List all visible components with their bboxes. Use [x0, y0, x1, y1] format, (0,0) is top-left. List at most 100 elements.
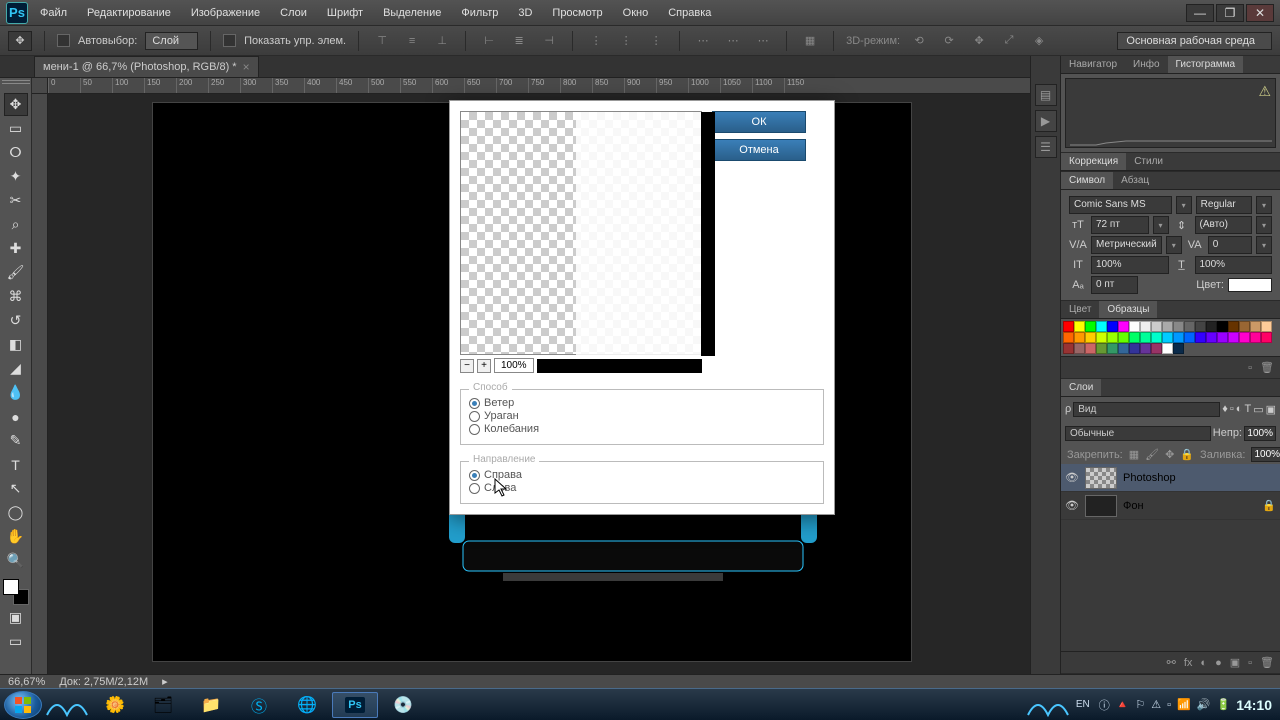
radio-right[interactable]: Справа — [469, 469, 815, 481]
layer-thumbnail[interactable] — [1085, 495, 1117, 517]
tray-volume-icon[interactable]: 🔊 — [1197, 698, 1211, 711]
layer-name[interactable]: Фон — [1123, 500, 1144, 512]
lock-paint-icon[interactable]: 🖌 — [1145, 448, 1159, 461]
workspace-switcher[interactable]: Основная рабочая среда — [1117, 32, 1272, 50]
tray-icon[interactable]: ⓘ — [1099, 697, 1110, 713]
radio-icon[interactable] — [469, 483, 480, 494]
zoom-out-button[interactable]: − — [460, 359, 474, 373]
align-top-icon[interactable]: ⊤ — [371, 31, 393, 51]
swatch[interactable] — [1184, 321, 1195, 332]
align-hcenter-icon[interactable]: ≣ — [508, 31, 530, 51]
color-swatches[interactable] — [3, 579, 29, 605]
lock-trans-icon[interactable]: ▦ — [1129, 448, 1139, 461]
taskbar-folder[interactable]: 📁 — [188, 692, 234, 718]
shape-tool[interactable]: ◯ — [4, 501, 28, 524]
swatch[interactable] — [1195, 332, 1206, 343]
new-swatch-icon[interactable]: ▫ — [1248, 362, 1252, 374]
type-tool[interactable]: T — [4, 453, 28, 476]
tab-corrections[interactable]: Коррекция — [1061, 153, 1126, 170]
swatch[interactable] — [1129, 332, 1140, 343]
menu-help[interactable]: Справка — [660, 3, 719, 23]
layer-thumbnail[interactable] — [1085, 467, 1117, 489]
dropdown-icon[interactable]: ▾ — [1166, 236, 1182, 254]
taskbar-skype[interactable]: Ⓢ — [236, 692, 282, 718]
distribute-h-icon[interactable]: ⋯ — [752, 31, 774, 51]
tray-icon[interactable]: 🔺 — [1116, 698, 1130, 711]
minimize-button[interactable]: — — [1186, 4, 1214, 22]
menu-select[interactable]: Выделение — [375, 3, 449, 23]
menu-file[interactable]: Файл — [32, 3, 75, 23]
swatch[interactable] — [1085, 332, 1096, 343]
swatch[interactable] — [1228, 332, 1239, 343]
zoom-tool[interactable]: 🔍 — [4, 549, 28, 572]
history-brush-tool[interactable]: ↺ — [4, 309, 28, 332]
menu-edit[interactable]: Редактирование — [79, 3, 179, 23]
fg-color-swatch[interactable] — [3, 579, 19, 595]
swatch[interactable] — [1140, 321, 1151, 332]
wand-tool[interactable]: ✦ — [4, 165, 28, 188]
tab-histogram[interactable]: Гистограмма — [1168, 56, 1244, 73]
gradient-tool[interactable]: ◢ — [4, 357, 28, 380]
marquee-tool[interactable]: ▭ — [4, 117, 28, 140]
radio-blast[interactable]: Ураган — [469, 410, 815, 422]
taskbar-photoshop[interactable]: Ps — [332, 692, 378, 718]
swatch[interactable] — [1173, 343, 1184, 354]
dropdown-icon[interactable]: ▾ — [1176, 196, 1192, 214]
tray-icon[interactable]: ▫ — [1167, 699, 1171, 711]
swatch[interactable] — [1129, 321, 1140, 332]
document-tab[interactable]: мени-1 @ 66,7% (Photoshop, RGB/8) * × — [34, 56, 259, 77]
distribute-icon[interactable]: ⋮ — [585, 31, 607, 51]
align-bottom-icon[interactable]: ⊥ — [431, 31, 453, 51]
tray-icon[interactable]: ⚠ — [1151, 698, 1161, 711]
toolbar-grip-icon[interactable] — [2, 80, 30, 90]
layer-name[interactable]: Photoshop — [1123, 472, 1176, 484]
tab-color[interactable]: Цвет — [1061, 301, 1099, 318]
path-select-tool[interactable]: ↖ — [4, 477, 28, 500]
vscale-input[interactable]: 100% — [1091, 256, 1169, 274]
filter-adjust-icon[interactable]: ◐ — [1236, 403, 1243, 415]
doc-size-readout[interactable]: Док: 2,75M/2,12M — [59, 676, 148, 688]
start-button[interactable] — [4, 691, 42, 719]
swatch[interactable] — [1063, 332, 1074, 343]
menu-layers[interactable]: Слои — [272, 3, 315, 23]
autoselect-checkbox[interactable] — [57, 34, 70, 47]
font-size-input[interactable]: 72 пт — [1091, 216, 1149, 234]
visibility-icon[interactable]: 👁 — [1065, 499, 1079, 512]
swatch[interactable] — [1096, 332, 1107, 343]
swatch[interactable] — [1206, 321, 1217, 332]
maximize-button[interactable]: ❐ — [1216, 4, 1244, 22]
dropdown-icon[interactable]: ▾ — [1256, 216, 1272, 234]
hand-tool[interactable]: ✋ — [4, 525, 28, 548]
cancel-button[interactable]: Отмена — [712, 139, 806, 161]
eyedropper-tool[interactable]: ⌕ — [4, 213, 28, 236]
menu-image[interactable]: Изображение — [183, 3, 268, 23]
text-color-swatch[interactable] — [1228, 278, 1272, 292]
swatch[interactable] — [1217, 332, 1228, 343]
zoom-readout[interactable]: 66,67% — [8, 676, 45, 688]
font-family-select[interactable]: Comic Sans MS — [1069, 196, 1172, 214]
tab-character[interactable]: Символ — [1061, 172, 1113, 189]
align-left-icon[interactable]: ⊢ — [478, 31, 500, 51]
swatch[interactable] — [1162, 343, 1173, 354]
swatch[interactable] — [1118, 332, 1129, 343]
swatch[interactable] — [1162, 321, 1173, 332]
swatch[interactable] — [1250, 332, 1261, 343]
dropdown-icon[interactable]: ▾ — [1256, 236, 1272, 254]
crop-tool[interactable]: ✂ — [4, 189, 28, 212]
layer-row[interactable]: 👁 Фон 🔒 — [1061, 492, 1280, 520]
eraser-tool[interactable]: ◧ — [4, 333, 28, 356]
filter-icon[interactable]: ρ — [1065, 403, 1071, 415]
delete-layer-icon[interactable]: 🗑 — [1260, 656, 1274, 669]
autoselect-select[interactable]: Слой — [145, 32, 198, 50]
tab-info[interactable]: Инфо — [1125, 56, 1168, 73]
ruler-vertical[interactable] — [32, 94, 48, 674]
swatch[interactable] — [1096, 321, 1107, 332]
actions-panel-icon[interactable]: ▶ — [1035, 110, 1057, 132]
quickmask-toggle[interactable]: ▣ — [4, 606, 28, 629]
swatch[interactable] — [1173, 321, 1184, 332]
lock-all-icon[interactable]: 🔒 — [1180, 448, 1194, 461]
close-tab-icon[interactable]: × — [243, 60, 250, 74]
tray-icon[interactable]: ⚐ — [1135, 698, 1145, 711]
tab-swatches[interactable]: Образцы — [1099, 301, 1157, 318]
align-vcenter-icon[interactable]: ≡ — [401, 31, 423, 51]
